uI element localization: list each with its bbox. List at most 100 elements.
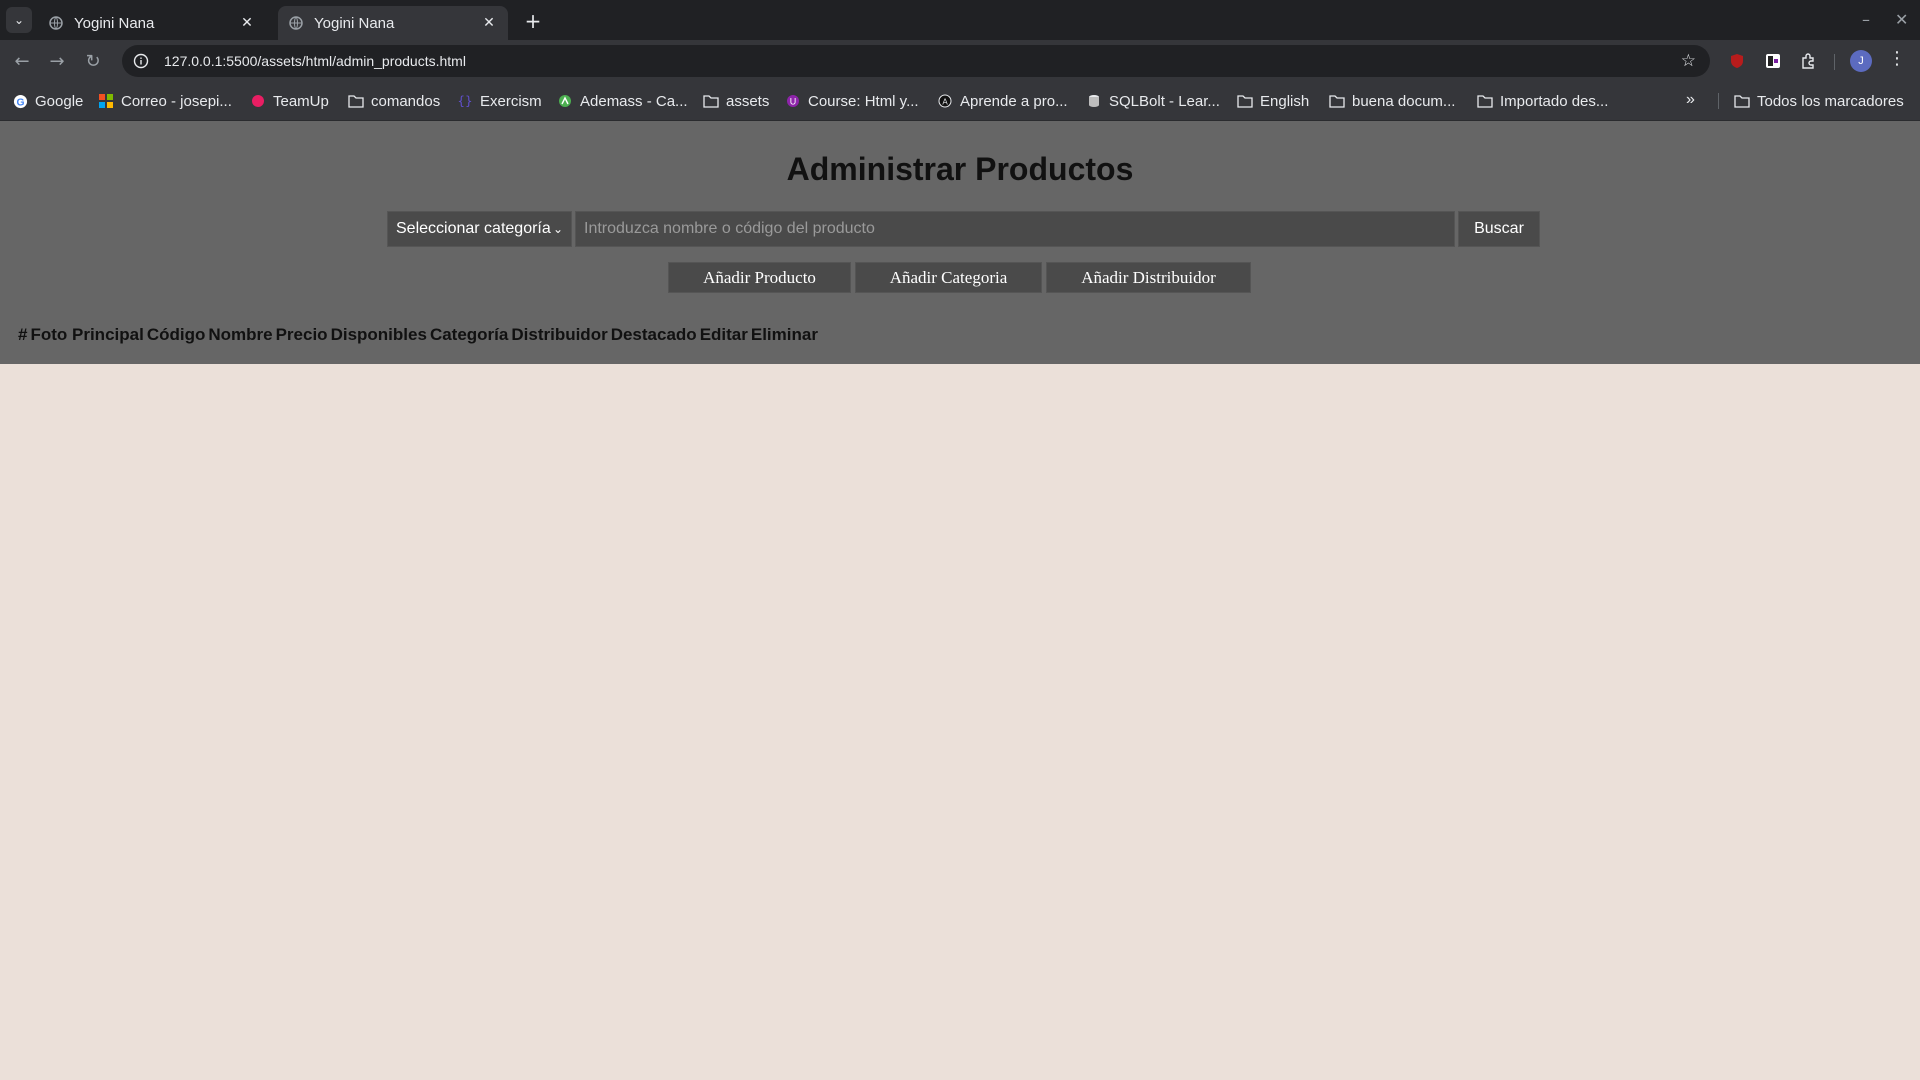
bookmark-teamup[interactable]: TeamUp: [250, 82, 329, 120]
search-row: Seleccionar categoría ⌄ Buscar: [387, 211, 1540, 247]
bookmark-label: Google: [35, 92, 84, 110]
puzzle-icon[interactable]: [1798, 50, 1820, 72]
col-header-edit: Editar: [699, 325, 748, 344]
folder-icon: [1329, 93, 1345, 109]
bookmark-importado[interactable]: Importado des...: [1477, 82, 1608, 120]
sqlbolt-icon: [1086, 93, 1102, 109]
bookmark-google[interactable]: G Google: [12, 82, 83, 120]
bookmark-exercism[interactable]: {} Exercism: [457, 82, 542, 120]
bookmark-label: comandos: [371, 92, 441, 110]
folder-icon: [1734, 93, 1750, 109]
col-header-index: #: [18, 325, 28, 344]
close-tab-icon[interactable]: ✕: [238, 15, 256, 31]
col-header-distributor: Distribuidor: [511, 325, 608, 344]
minimize-icon[interactable]: –: [1862, 10, 1870, 29]
bookmark-english[interactable]: English: [1237, 82, 1309, 120]
tab-strip: ⌄ Yogini Nana ✕ Yogini Nana ✕ + – ✕: [0, 0, 1920, 40]
col-header-code: Código: [146, 325, 206, 344]
aprende-icon: A: [937, 93, 953, 109]
svg-text:{}: {}: [458, 94, 472, 108]
bookmark-ademass[interactable]: Ademass - Ca...: [557, 82, 688, 120]
bookmark-label: buena docum...: [1352, 92, 1456, 110]
new-tab-button[interactable]: +: [520, 8, 546, 34]
globe-icon: [48, 15, 64, 31]
col-header-price: Precio: [275, 325, 328, 344]
bookmark-all[interactable]: Todos los marcadores: [1734, 82, 1904, 120]
col-header-available: Disponibles: [330, 325, 427, 344]
bookmark-label: Course: Html y...: [808, 92, 919, 110]
toolbar: ← → ↻ 127.0.0.1:5500/assets/html/admin_p…: [0, 40, 1920, 82]
address-bar[interactable]: 127.0.0.1:5500/assets/html/admin_product…: [122, 45, 1710, 77]
page-header-section: Administrar Productos Seleccionar catego…: [0, 121, 1920, 364]
bookmark-label: Importado des...: [1500, 92, 1609, 110]
col-header-category: Categoría: [429, 325, 509, 344]
tab-title: Yogini Nana: [314, 14, 395, 32]
bookmark-assets[interactable]: assets: [703, 82, 769, 120]
product-search-input[interactable]: [575, 211, 1455, 247]
category-select[interactable]: Seleccionar categoría ⌄: [387, 211, 572, 247]
bookmark-course[interactable]: U Course: Html y...: [785, 82, 919, 120]
forward-icon[interactable]: →: [45, 49, 69, 73]
folder-icon: [703, 93, 719, 109]
search-button[interactable]: Buscar: [1458, 211, 1540, 247]
globe-icon: [288, 15, 304, 31]
toolbar-separator: [1834, 54, 1835, 70]
bookmarks-separator: [1718, 93, 1719, 109]
bookmark-label: SQLBolt - Lear...: [1109, 92, 1220, 110]
bookmark-star-icon[interactable]: ☆: [1681, 51, 1696, 71]
add-distributor-button[interactable]: Añadir Distribuidor: [1046, 262, 1251, 293]
add-product-button[interactable]: Añadir Producto: [668, 262, 851, 293]
col-header-name: Nombre: [208, 325, 273, 344]
profile-avatar[interactable]: J: [1850, 50, 1872, 72]
reload-icon[interactable]: ↻: [81, 49, 105, 73]
ademass-icon: [557, 93, 573, 109]
tab-active[interactable]: Yogini Nana ✕: [278, 6, 508, 40]
menu-dots-icon[interactable]: ⋮: [1888, 48, 1906, 69]
tab-title: Yogini Nana: [74, 14, 155, 32]
extension-icon[interactable]: [1762, 50, 1784, 72]
bookmark-label: English: [1260, 92, 1310, 110]
bookmark-comandos[interactable]: comandos: [348, 82, 440, 120]
bookmark-label: TeamUp: [273, 92, 329, 110]
bookmark-aprende[interactable]: A Aprende a pro...: [937, 82, 1068, 120]
category-select-value: Seleccionar categoría: [396, 220, 551, 237]
bookmark-label: Todos los marcadores: [1757, 92, 1904, 110]
add-category-button[interactable]: Añadir Categoria: [855, 262, 1042, 293]
browser-chrome: ⌄ Yogini Nana ✕ Yogini Nana ✕ + – ✕ ← → …: [0, 0, 1920, 121]
bookmark-buena-docum[interactable]: buena docum...: [1329, 82, 1455, 120]
folder-icon: [1237, 93, 1253, 109]
bookmarks-bar: G Google Correo - josepi... TeamUp coman…: [0, 82, 1920, 121]
close-window-icon[interactable]: ✕: [1895, 10, 1908, 29]
exercism-icon: {}: [457, 93, 473, 109]
folder-icon: [348, 93, 364, 109]
bookmark-sqlbolt[interactable]: SQLBolt - Lear...: [1086, 82, 1220, 120]
chevron-double-right-icon[interactable]: »: [1686, 91, 1695, 109]
page-title: Administrar Productos: [786, 151, 1134, 187]
close-tab-icon[interactable]: ✕: [480, 15, 498, 31]
course-icon: U: [785, 93, 801, 109]
col-header-delete: Eliminar: [750, 325, 818, 344]
svg-text:A: A: [942, 98, 948, 107]
svg-text:G: G: [16, 97, 24, 108]
ublock-icon[interactable]: [1726, 50, 1748, 72]
bookmark-label: Aprende a pro...: [960, 92, 1068, 110]
site-info-icon[interactable]: [130, 50, 152, 72]
svg-text:U: U: [790, 97, 797, 107]
col-header-photo: Foto Principal: [30, 325, 144, 344]
bookmark-label: Correo - josepi...: [121, 92, 232, 110]
bookmark-correo[interactable]: Correo - josepi...: [98, 82, 232, 120]
tab-search-button[interactable]: ⌄: [6, 7, 32, 33]
back-icon[interactable]: ←: [10, 49, 34, 73]
action-buttons: Añadir Producto Añadir Categoria Añadir …: [668, 262, 1255, 293]
folder-icon: [1477, 93, 1493, 109]
teamup-icon: [250, 93, 266, 109]
products-table-header: # Foto Principal Código Nombre Precio Di…: [18, 325, 821, 345]
tab-inactive[interactable]: Yogini Nana ✕: [38, 6, 266, 40]
chevron-down-icon: ⌄: [552, 222, 563, 236]
bookmark-label: Ademass - Ca...: [580, 92, 688, 110]
url-text: 127.0.0.1:5500/assets/html/admin_product…: [164, 53, 466, 69]
bookmark-label: assets: [726, 92, 770, 110]
bookmark-label: Exercism: [480, 92, 542, 110]
google-icon: G: [12, 93, 28, 109]
microsoft-icon: [98, 93, 114, 109]
